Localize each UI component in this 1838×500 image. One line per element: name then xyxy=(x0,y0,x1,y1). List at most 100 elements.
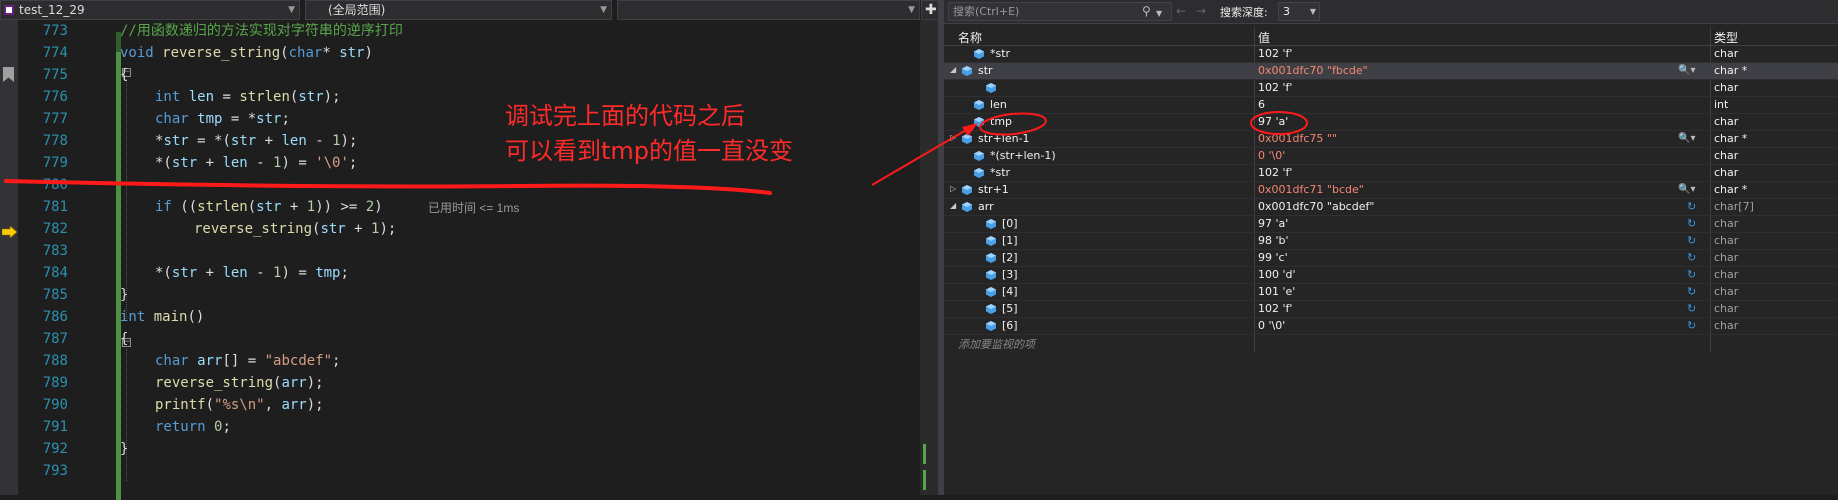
watch-row[interactable]: ◢ arr 0x001dfc70 "abcdef" ↻ char[7] xyxy=(944,199,1838,216)
expand-triangle-icon[interactable]: ▷ xyxy=(950,184,956,193)
watch-value[interactable]: 102 'f' xyxy=(1258,302,1292,316)
column-type-header[interactable]: 类型 xyxy=(1714,29,1738,46)
watch-name[interactable]: [4] xyxy=(1002,285,1018,299)
watch-type: char xyxy=(1714,81,1739,94)
watch-row[interactable]: ▷ str+1 0x001dfc71 "bcde" 🔍▾ char * xyxy=(944,182,1838,199)
search-depth-label: 搜索深度: xyxy=(1220,6,1268,19)
watch-value[interactable]: 102 'f' xyxy=(1258,166,1292,180)
watch-row[interactable]: [6] 0 '\0' ↻ char xyxy=(944,318,1838,335)
variable-icon xyxy=(974,49,984,59)
watch-value[interactable]: 100 'd' xyxy=(1258,268,1296,282)
refresh-icon[interactable]: ↻ xyxy=(1687,285,1696,298)
chevron-down-icon[interactable]: ▼ xyxy=(1156,6,1162,22)
column-name-header[interactable]: 名称 xyxy=(958,29,982,46)
watch-value[interactable]: 101 'e' xyxy=(1258,285,1295,299)
watch-value[interactable]: 97 'a' xyxy=(1258,217,1288,231)
project-dropdown[interactable]: test_12_29 ▼ xyxy=(0,0,300,20)
variable-icon xyxy=(974,151,984,161)
scope-dropdown[interactable]: (全局范围) ▼ xyxy=(305,0,612,20)
watch-value[interactable]: 102 'f' xyxy=(1258,81,1292,95)
watch-name[interactable]: [0] xyxy=(1002,217,1018,231)
watch-row[interactable]: [0] 97 'a' ↻ char xyxy=(944,216,1838,233)
indicator-margin[interactable] xyxy=(0,20,18,495)
visualizer-search-icon[interactable]: 🔍▾ xyxy=(1678,184,1695,195)
watch-row[interactable]: ◢ str 0x001dfc70 "fbcde" 🔍▾ char * xyxy=(944,63,1838,80)
watch-type: char * xyxy=(1714,183,1748,196)
watch-value[interactable]: 6 xyxy=(1258,98,1265,112)
watch-name[interactable]: str+len-1 xyxy=(978,132,1030,146)
watch-value[interactable]: 0x001dfc75 "" xyxy=(1258,132,1337,146)
watch-value[interactable]: 97 'a' xyxy=(1258,115,1288,129)
watch-name[interactable]: [2] xyxy=(1002,251,1018,265)
watch-row[interactable]: *str 102 'f' char xyxy=(944,46,1838,63)
code-line: 788 char arr[] = "abcdef"; xyxy=(42,353,341,369)
project-icon xyxy=(4,5,14,15)
watch-row[interactable]: len 6 int xyxy=(944,97,1838,114)
watch-value[interactable]: 98 'b' xyxy=(1258,234,1289,248)
watch-row[interactable]: [2] 99 'c' ↻ char xyxy=(944,250,1838,267)
watch-row[interactable]: [5] 102 'f' ↻ char xyxy=(944,301,1838,318)
annotation-text-line2: 可以看到tmp的值一直没变 xyxy=(505,137,794,165)
watch-name[interactable]: str+1 xyxy=(978,183,1009,197)
watch-name[interactable]: *(str+len-1) xyxy=(990,149,1056,163)
refresh-icon[interactable]: ↻ xyxy=(1687,200,1696,213)
add-watch-item[interactable]: 添加要监视的项 xyxy=(958,336,1035,352)
watch-name[interactable]: [1] xyxy=(1002,234,1018,248)
watch-value[interactable]: 0x001dfc71 "bcde" xyxy=(1258,183,1364,197)
member-dropdown[interactable]: ▼ xyxy=(617,0,920,20)
watch-type: char[7] xyxy=(1714,200,1754,213)
watch-type: char xyxy=(1714,149,1739,162)
expand-triangle-icon[interactable]: ▷ xyxy=(950,133,956,142)
refresh-icon[interactable]: ↻ xyxy=(1687,217,1696,230)
watch-value[interactable]: 102 'f' xyxy=(1258,47,1292,61)
visualizer-search-icon[interactable]: 🔍▾ xyxy=(1678,65,1695,76)
split-button[interactable]: ✚ xyxy=(921,0,939,20)
search-depth-select[interactable]: 3 ▼ xyxy=(1278,2,1320,21)
refresh-icon[interactable]: ↻ xyxy=(1687,251,1696,264)
watch-name[interactable]: [5] xyxy=(1002,302,1018,316)
variable-icon xyxy=(986,236,996,246)
variable-icon xyxy=(986,83,996,93)
watch-name[interactable]: *str xyxy=(990,47,1010,61)
visualizer-search-icon[interactable]: 🔍▾ xyxy=(1678,133,1695,144)
search-input[interactable]: 搜索(Ctrl+E) xyxy=(948,2,1172,21)
watch-row[interactable]: ▷ str+len-1 0x001dfc75 "" 🔍▾ char * xyxy=(944,131,1838,148)
search-icon[interactable]: ⚲ xyxy=(1142,3,1151,19)
watch-value[interactable]: 0x001dfc70 "fbcde" xyxy=(1258,64,1368,78)
watch-row[interactable]: [4] 101 'e' ↻ char xyxy=(944,284,1838,301)
watch-row[interactable]: *(str+len-1) 0 '\0' char xyxy=(944,148,1838,165)
watch-name[interactable]: str xyxy=(978,64,993,78)
watch-value[interactable]: 0 '\0' xyxy=(1258,149,1285,163)
collapse-triangle-icon[interactable]: ◢ xyxy=(950,65,956,74)
watch-row[interactable]: *str 102 'f' char xyxy=(944,165,1838,182)
editor-scrollbar[interactable] xyxy=(920,20,938,495)
watch-name[interactable]: arr xyxy=(978,200,994,214)
watch-row[interactable]: 102 'f' char xyxy=(944,80,1838,97)
refresh-icon[interactable]: ↻ xyxy=(1687,234,1696,247)
chevron-down-icon: ▼ xyxy=(288,5,295,15)
refresh-icon[interactable]: ↻ xyxy=(1687,319,1696,332)
code-line: 779 *(str + len - 1) = '\0'; xyxy=(42,155,358,171)
watch-name[interactable]: [3] xyxy=(1002,268,1018,282)
refresh-icon[interactable]: ↻ xyxy=(1687,268,1696,281)
watch-name[interactable]: tmp xyxy=(990,115,1012,129)
watch-type: char xyxy=(1714,115,1739,128)
watch-value[interactable]: 0x001dfc70 "abcdef" xyxy=(1258,200,1374,214)
watch-row[interactable]: [3] 100 'd' ↻ char xyxy=(944,267,1838,284)
watch-row[interactable]: [1] 98 'b' ↻ char xyxy=(944,233,1838,250)
forward-arrow-icon[interactable]: → xyxy=(1196,3,1206,19)
variable-icon xyxy=(986,219,996,229)
back-arrow-icon[interactable]: ← xyxy=(1176,3,1186,19)
watch-value[interactable]: 0 '\0' xyxy=(1258,319,1285,333)
collapse-triangle-icon[interactable]: ◢ xyxy=(950,201,956,210)
watch-name[interactable]: *str xyxy=(990,166,1010,180)
code-line: 785} xyxy=(42,287,129,303)
watch-type: char xyxy=(1714,234,1739,247)
perf-tip[interactable]: 已用时间 <= 1ms xyxy=(428,199,519,216)
refresh-icon[interactable]: ↻ xyxy=(1687,302,1696,315)
watch-name[interactable]: [6] xyxy=(1002,319,1018,333)
watch-name[interactable]: len xyxy=(990,98,1007,112)
watch-value[interactable]: 99 'c' xyxy=(1258,251,1288,265)
watch-row[interactable]: tmp 97 'a' char xyxy=(944,114,1838,131)
column-value-header[interactable]: 值 xyxy=(1258,29,1270,46)
